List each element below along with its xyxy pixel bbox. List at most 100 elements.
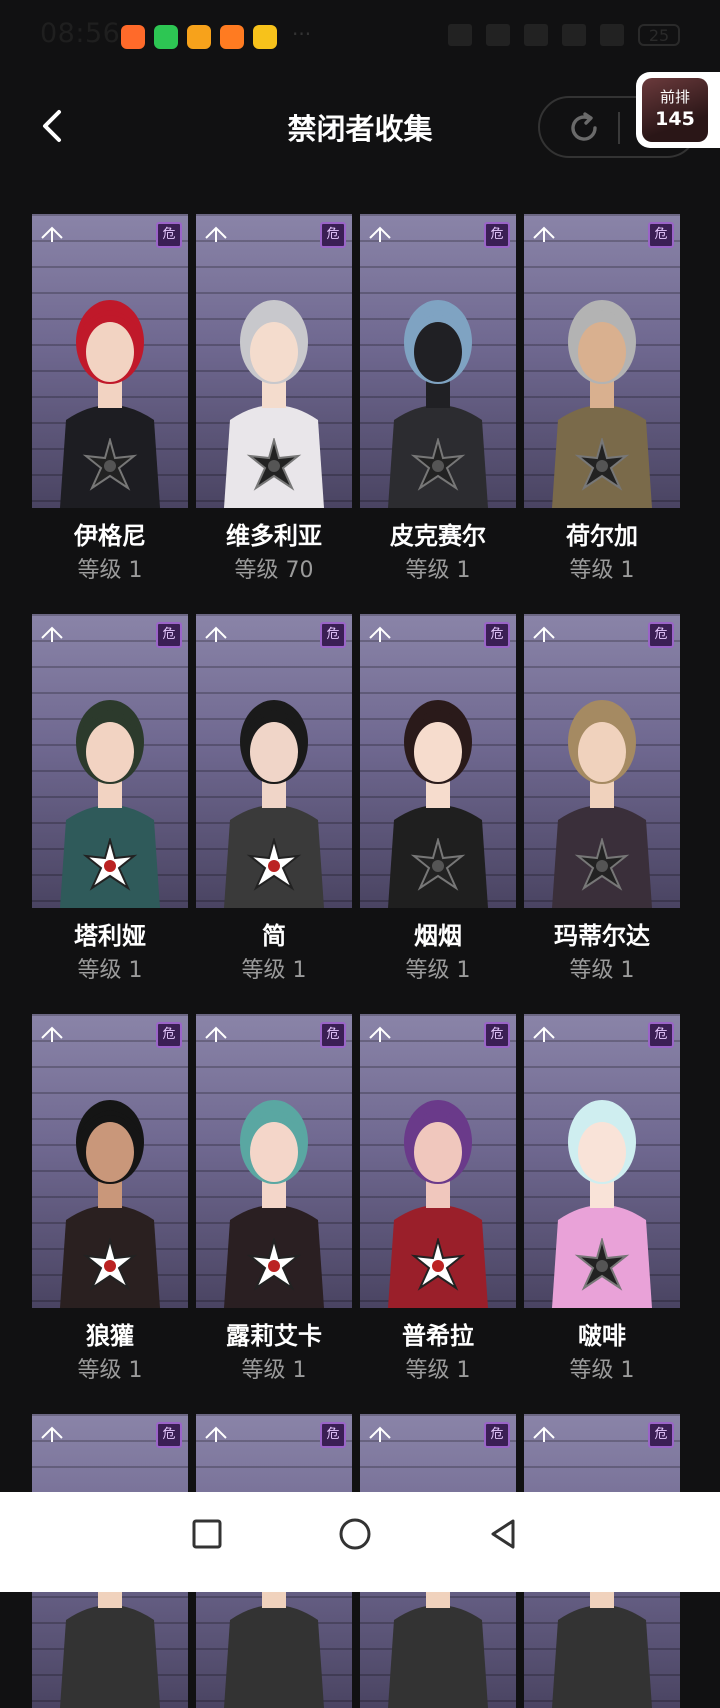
character-portrait: 危 — [32, 614, 188, 908]
danger-badge-icon: 危 — [320, 222, 346, 248]
character-level: 等级 1 — [405, 558, 471, 583]
character-name: 玛蒂尔达 — [554, 922, 650, 950]
character-level: 等级 1 — [241, 958, 307, 983]
character-name: 露莉艾卡 — [226, 1322, 322, 1350]
weibo-icon — [187, 25, 211, 49]
faction-emblem-icon — [82, 1238, 138, 1291]
character-level: 等级 1 — [405, 958, 471, 983]
faction-emblem-icon — [574, 438, 630, 491]
back-nav-button[interactable] — [483, 1514, 523, 1554]
character-portrait: 危 — [524, 1014, 680, 1308]
character-name: 狼獾 — [86, 1322, 134, 1350]
character-level: 等级 1 — [77, 558, 143, 583]
character-portrait: 危 — [196, 1014, 352, 1308]
pill-divider — [618, 112, 620, 144]
character-portrait: 危 — [196, 614, 352, 908]
danger-badge-icon: 危 — [648, 1422, 674, 1448]
character-level: 等级 1 — [241, 1358, 307, 1383]
app-icon-4 — [220, 25, 244, 49]
faction-emblem-icon — [82, 838, 138, 891]
character-portrait: 危 — [32, 1014, 188, 1308]
wechat-icon — [154, 25, 178, 49]
character-portrait: 危 — [360, 1014, 516, 1308]
danger-badge-icon: 危 — [648, 1022, 674, 1048]
rank-mark-icon — [205, 1026, 227, 1042]
character-name: 烟烟 — [414, 922, 462, 950]
status-time: 08:56 — [40, 18, 121, 49]
status-bar: 08:56 ··· 25 — [0, 0, 720, 72]
character-name: 塔利娅 — [74, 922, 146, 950]
more-notifications-icon: ··· — [292, 22, 312, 46]
danger-badge-icon: 危 — [648, 222, 674, 248]
home-button[interactable] — [335, 1514, 375, 1554]
rank-mark-icon — [533, 1426, 555, 1442]
faction-emblem-icon — [410, 438, 466, 491]
rank-mark-icon — [205, 626, 227, 642]
signal-icon — [562, 24, 586, 46]
battery-indicator: 25 — [638, 24, 680, 46]
danger-badge-icon: 危 — [320, 1422, 346, 1448]
rank-label: 前排 — [659, 88, 690, 106]
system-indicators: 25 — [448, 24, 680, 46]
rank-mark-icon — [369, 1426, 391, 1442]
square-icon — [192, 1519, 222, 1549]
signal-icon-2 — [600, 24, 624, 46]
character-level: 等级 1 — [569, 958, 635, 983]
rank-mark-icon — [41, 1426, 63, 1442]
danger-badge-icon: 危 — [484, 622, 510, 648]
faction-emblem-icon — [410, 1638, 466, 1694]
rank-mark-icon — [369, 226, 391, 242]
circle-icon — [339, 1518, 371, 1550]
header: 禁闭者收集 — [0, 82, 720, 172]
character-name: 啵啡 — [578, 1322, 626, 1350]
rank-mark-icon — [533, 226, 555, 242]
rank-mark-icon — [533, 626, 555, 642]
notification-app-icons — [121, 25, 277, 49]
rank-mark-icon — [41, 226, 63, 242]
character-name: 皮克赛尔 — [390, 522, 486, 550]
wifi-icon — [524, 24, 548, 46]
character-name: 维多利亚 — [226, 522, 322, 550]
character-name: 简 — [262, 922, 286, 950]
character-level: 等级 1 — [405, 1358, 471, 1383]
danger-badge-icon: 危 — [484, 1022, 510, 1048]
faction-emblem-icon — [574, 1638, 630, 1694]
faction-emblem-icon — [82, 438, 138, 491]
refresh-icon[interactable] — [566, 110, 602, 146]
mute-icon — [486, 24, 510, 46]
weibo-icon-2 — [253, 25, 277, 49]
rank-mark-icon — [533, 1026, 555, 1042]
rank-mark-icon — [205, 226, 227, 242]
triangle-back-icon — [491, 1519, 515, 1549]
rank-badge[interactable]: 前排 145 — [636, 72, 720, 148]
character-name: 荷尔加 — [566, 522, 638, 550]
danger-badge-icon: 危 — [156, 222, 182, 248]
faction-emblem-icon — [410, 1238, 466, 1291]
character-portrait: 危 — [524, 214, 680, 508]
danger-badge-icon: 危 — [320, 1022, 346, 1048]
rank-avatar: 前排 145 — [642, 78, 708, 142]
faction-emblem-icon — [82, 1638, 138, 1694]
character-portrait: 危 — [524, 614, 680, 908]
rank-mark-icon — [41, 626, 63, 642]
character-portrait: 危 — [196, 214, 352, 508]
danger-badge-icon: 危 — [484, 222, 510, 248]
character-portrait: 危 — [360, 614, 516, 908]
faction-emblem-icon — [574, 1238, 630, 1291]
faction-emblem-icon — [246, 1238, 302, 1291]
recents-button[interactable] — [187, 1514, 227, 1554]
danger-badge-icon: 危 — [484, 1422, 510, 1448]
rank-mark-icon — [369, 626, 391, 642]
danger-badge-icon: 危 — [156, 1422, 182, 1448]
character-level: 等级 1 — [569, 1358, 635, 1383]
character-level: 等级 1 — [77, 1358, 143, 1383]
danger-badge-icon: 危 — [156, 1022, 182, 1048]
alarm-icon — [448, 24, 472, 46]
character-level: 等级 1 — [569, 558, 635, 583]
rank-mark-icon — [205, 1426, 227, 1442]
danger-badge-icon: 危 — [156, 622, 182, 648]
character-name: 伊格尼 — [74, 522, 146, 550]
app-icon-1 — [121, 25, 145, 49]
rank-mark-icon — [369, 1026, 391, 1042]
character-level: 等级 70 — [234, 558, 314, 583]
